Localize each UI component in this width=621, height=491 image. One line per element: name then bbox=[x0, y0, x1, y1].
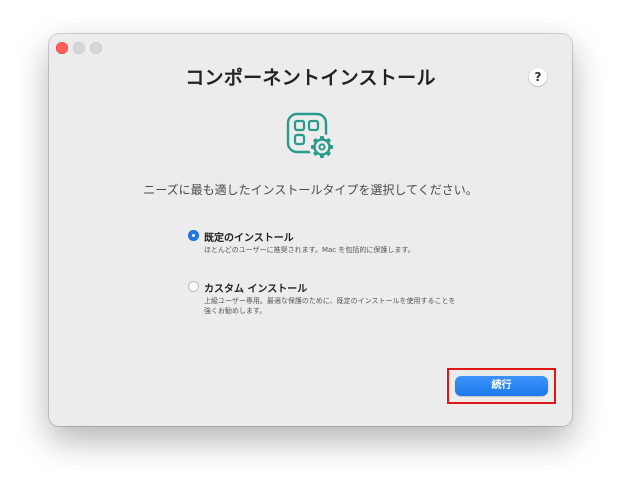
continue-button[interactable]: 続行 bbox=[455, 376, 548, 396]
default-install-radio[interactable] bbox=[188, 230, 199, 241]
custom-install-label: カスタム インストール bbox=[204, 284, 308, 295]
custom-install-radio[interactable] bbox=[188, 281, 199, 292]
installer-window: コンポーネントインストール ? ニーズに最も適したインストールタイプを選択してく… bbox=[49, 34, 572, 426]
custom-install-description: 上級ユーザー専用。最適な保護のために、既定のインストールを使用することを強くお勧… bbox=[204, 297, 456, 315]
close-window-button[interactable] bbox=[56, 42, 68, 54]
help-button[interactable]: ? bbox=[529, 68, 547, 86]
default-install-label: 既定のインストール bbox=[204, 233, 294, 244]
default-install-description: ほとんどのユーザーに推奨されます。Mac を包括的に保護します。 bbox=[204, 246, 415, 254]
instruction-text: ニーズに最も適したインストールタイプを選択してください。 bbox=[143, 183, 478, 197]
zoom-window-button[interactable] bbox=[90, 42, 102, 54]
component-settings-icon bbox=[286, 112, 335, 160]
minimize-window-button[interactable] bbox=[73, 42, 85, 54]
page-title: コンポーネントインストール bbox=[185, 67, 436, 89]
